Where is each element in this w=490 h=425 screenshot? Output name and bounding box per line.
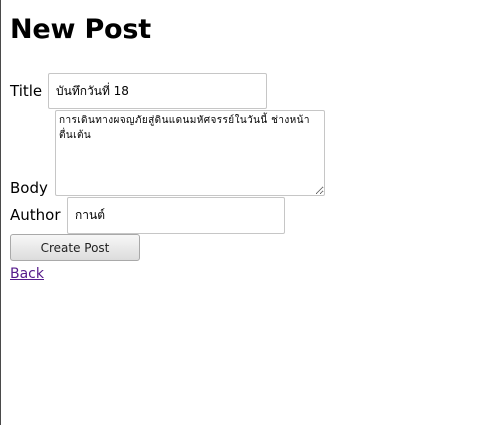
page-title: New Post: [10, 14, 151, 45]
back-link[interactable]: Back: [10, 265, 44, 283]
body-textarea[interactable]: การเดินทางผจญภัยสู่ดินแดนมหัศจรรย์ในวันน…: [55, 110, 325, 196]
author-input[interactable]: [67, 197, 285, 234]
body-label: Body: [10, 179, 48, 197]
author-label: Author: [10, 206, 61, 224]
title-label: Title: [10, 82, 43, 100]
create-post-button[interactable]: Create Post: [10, 234, 140, 261]
title-input[interactable]: [48, 73, 267, 109]
